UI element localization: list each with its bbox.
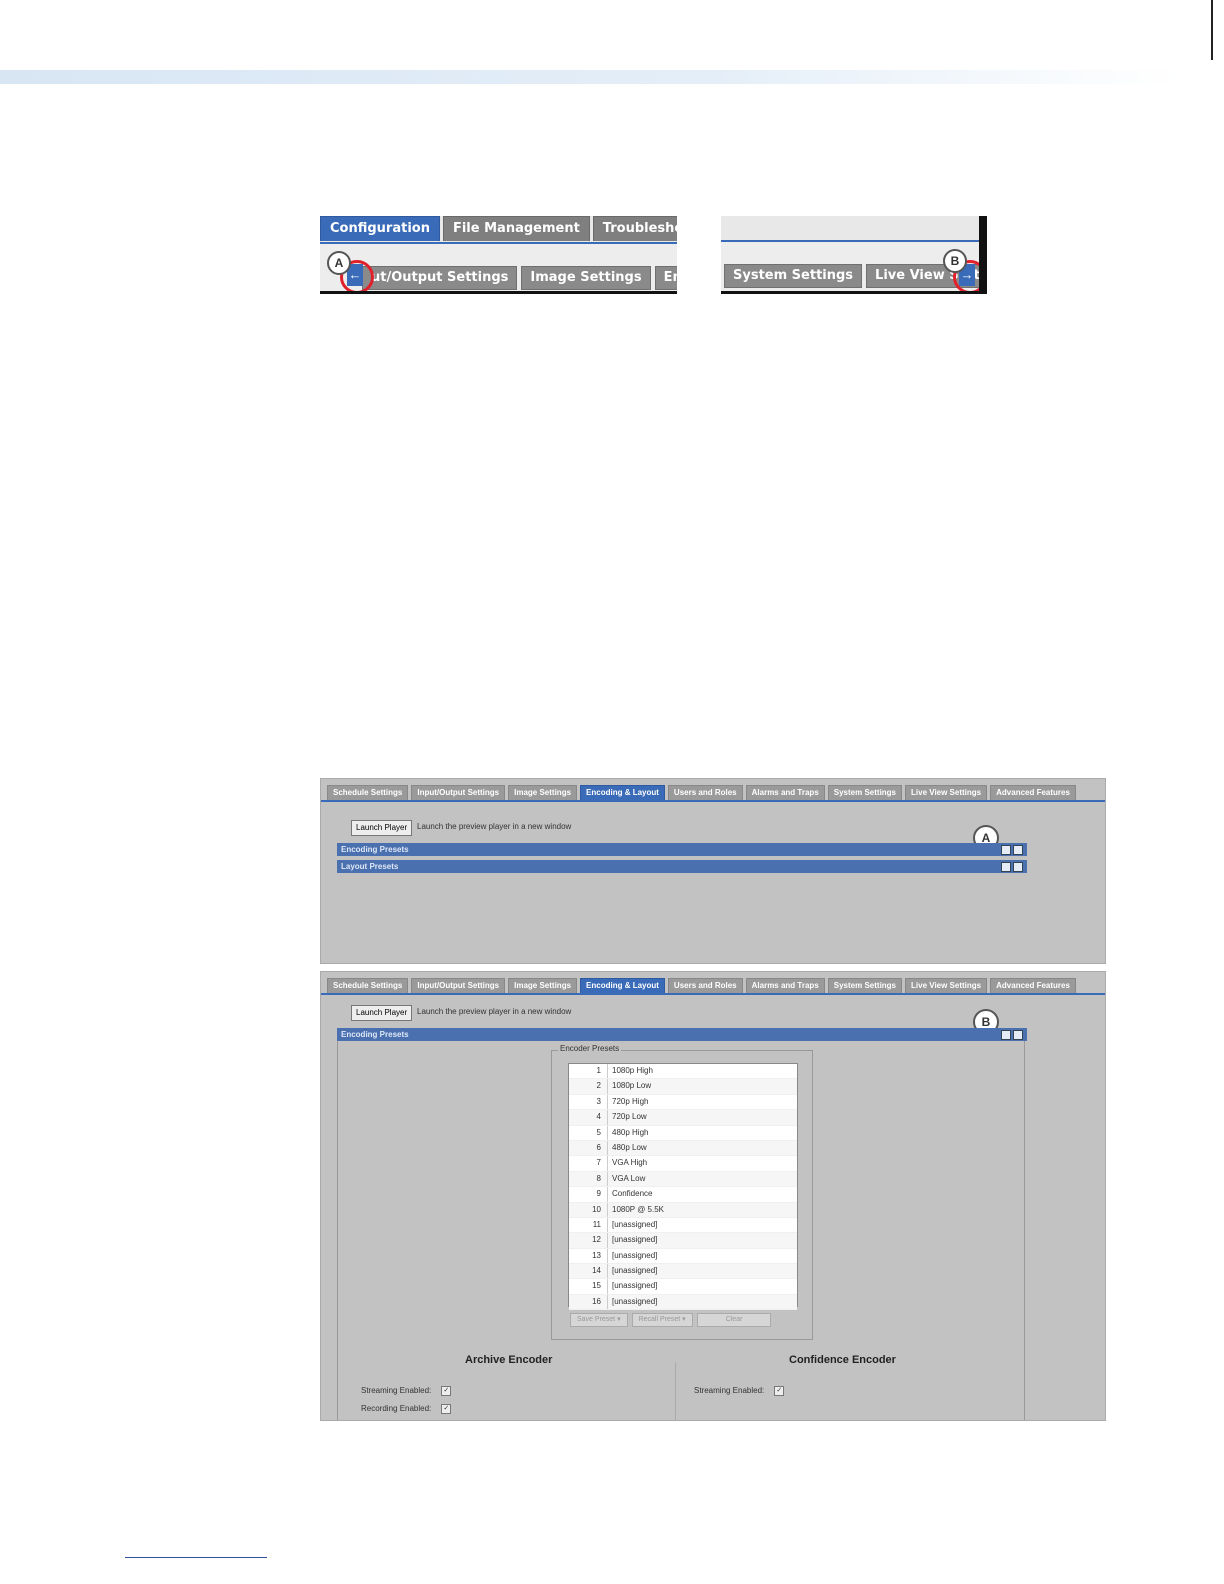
tab-schedule-settings[interactable]: Schedule Settings bbox=[327, 978, 409, 994]
tab-schedule-settings[interactable]: Schedule Settings bbox=[327, 785, 409, 801]
divider bbox=[320, 291, 677, 294]
subtab-system-settings[interactable]: System Settings bbox=[724, 264, 863, 288]
sub-tab-row: ut/Output Settings Image Settings Encodi… bbox=[320, 242, 677, 294]
preset-row[interactable]: 16 [unassigned] bbox=[569, 1294, 797, 1311]
preset-row[interactable]: 9 Confidence bbox=[569, 1187, 797, 1203]
tab-users-roles[interactable]: Users and Roles bbox=[667, 978, 743, 994]
preset-row[interactable]: 12 [unassigned] bbox=[569, 1233, 797, 1249]
archive-encoder-title: Archive Encoder bbox=[465, 1354, 553, 1366]
expand-icon[interactable] bbox=[1001, 862, 1011, 872]
preset-row[interactable]: 13 [unassigned] bbox=[569, 1248, 797, 1265]
collapsed-panels-screenshot: Schedule Settings Input/Output Settings … bbox=[320, 778, 1106, 964]
preset-row[interactable]: 14 [unassigned] bbox=[569, 1264, 797, 1280]
preset-row[interactable]: 7 VGA High bbox=[569, 1156, 797, 1172]
preset-row[interactable]: 8 VGA Low bbox=[569, 1171, 797, 1188]
launch-player-button[interactable]: Launch Player bbox=[351, 1005, 413, 1021]
tab-live-view-settings[interactable]: Live View Settings bbox=[905, 978, 988, 994]
expand-icon[interactable] bbox=[1001, 845, 1011, 855]
main-tab-row: Configuration File Management Troublesho… bbox=[320, 216, 677, 242]
window-edge bbox=[979, 216, 987, 294]
tab-input-output-settings[interactable]: Input/Output Settings bbox=[411, 785, 506, 801]
tab-alarms-traps[interactable]: Alarms and Traps bbox=[745, 978, 825, 994]
divider bbox=[721, 291, 987, 294]
settings-tab-row: Schedule Settings Input/Output Settings … bbox=[327, 978, 1076, 994]
subtab-image-settings[interactable]: Image Settings bbox=[521, 266, 651, 290]
clear-button[interactable]: Clear bbox=[696, 1313, 772, 1327]
preset-button-row: Save Preset ▾ Recall Preset ▾ Clear bbox=[570, 1313, 772, 1327]
preset-row[interactable]: 11 [unassigned] bbox=[569, 1217, 797, 1234]
tab-configuration[interactable]: Configuration bbox=[320, 216, 440, 241]
preset-row[interactable]: 5 480p High bbox=[569, 1125, 797, 1141]
preset-row[interactable]: 1 1080p High bbox=[569, 1064, 797, 1080]
save-preset-button[interactable]: Save Preset ▾ bbox=[570, 1313, 628, 1327]
panel-title: Encoding Presets bbox=[341, 1030, 409, 1039]
tab-image-settings[interactable]: Image Settings bbox=[508, 978, 578, 994]
page-edge-line bbox=[1211, 0, 1213, 60]
collapse-icon[interactable] bbox=[1013, 845, 1023, 855]
tab-encoding-layout[interactable]: Encoding & Layout bbox=[580, 978, 665, 994]
tab-image-settings[interactable]: Image Settings bbox=[508, 785, 578, 801]
page-header-band bbox=[0, 70, 1180, 84]
launch-player-button[interactable]: Launch Player bbox=[351, 820, 413, 836]
preset-row[interactable]: 3 720p High bbox=[569, 1094, 797, 1111]
preset-row[interactable]: 10 1080P @ 5.5K bbox=[569, 1202, 797, 1218]
panel-title: Layout Presets bbox=[341, 862, 399, 871]
tab-underline bbox=[321, 993, 1105, 995]
callout-a: A bbox=[327, 251, 351, 275]
tab-encoding-layout[interactable]: Encoding & Layout bbox=[580, 785, 665, 801]
confidence-streaming-checkbox[interactable]: ✓ bbox=[774, 1386, 785, 1396]
recall-preset-button[interactable]: Recall Preset ▾ bbox=[631, 1313, 693, 1327]
tab-live-view-settings[interactable]: Live View Settings bbox=[905, 785, 988, 801]
encoding-presets-panel-header[interactable]: Encoding Presets bbox=[337, 843, 1027, 856]
footer-rule bbox=[125, 1557, 267, 1558]
settings-tab-row: Schedule Settings Input/Output Settings … bbox=[327, 785, 1076, 801]
tab-system-settings[interactable]: System Settings bbox=[827, 978, 903, 994]
subtab-encoding[interactable]: Encodin bbox=[654, 266, 677, 290]
tab-scroll-right-screenshot: System Settings Live View Setti → B bbox=[721, 216, 987, 294]
archive-streaming-row: Streaming Enabled: ✓ bbox=[361, 1386, 452, 1396]
archive-recording-row: Recording Enabled: ✓ bbox=[361, 1404, 452, 1414]
archive-recording-label: Recording Enabled: bbox=[361, 1404, 432, 1414]
confidence-streaming-row: Streaming Enabled: ✓ bbox=[694, 1386, 785, 1396]
encoding-presets-panel-header[interactable]: Encoding Presets bbox=[337, 1028, 1027, 1041]
tab-system-settings[interactable]: System Settings bbox=[827, 785, 903, 801]
archive-streaming-label: Streaming Enabled: bbox=[361, 1386, 432, 1396]
panel-title: Encoding Presets bbox=[341, 845, 409, 854]
preset-row[interactable]: 6 480p Low bbox=[569, 1140, 797, 1157]
preset-row[interactable]: 4 720p Low bbox=[569, 1110, 797, 1126]
callout-b: B bbox=[943, 249, 967, 273]
launch-description: Launch the preview player in a new windo… bbox=[417, 822, 572, 831]
collapse-icon[interactable] bbox=[1013, 862, 1023, 872]
encoder-presets-fieldset: Encoder Presets 1 1080p High 2 1080p Low 3… bbox=[551, 1044, 813, 1340]
tab-scroll-left-screenshot: Configuration File Management Troublesho… bbox=[320, 216, 677, 294]
launch-description: Launch the preview player in a new windo… bbox=[417, 1007, 572, 1016]
preset-row[interactable]: 2 1080p Low bbox=[569, 1079, 797, 1095]
confidence-streaming-label: Streaming Enabled: bbox=[694, 1386, 765, 1396]
tab-troubleshooting[interactable]: Troubleshooting bbox=[592, 216, 677, 241]
subtab-input-output-settings[interactable]: ut/Output Settings bbox=[362, 266, 518, 290]
tab-underline bbox=[321, 800, 1105, 802]
tab-users-roles[interactable]: Users and Roles bbox=[667, 785, 743, 801]
fieldset-legend: Encoder Presets bbox=[558, 1044, 622, 1053]
column-divider bbox=[675, 1362, 676, 1420]
expanded-panel-screenshot: Schedule Settings Input/Output Settings … bbox=[320, 971, 1106, 1421]
layout-presets-panel-header[interactable]: Layout Presets bbox=[337, 860, 1027, 873]
confidence-encoder-title: Confidence Encoder bbox=[789, 1354, 896, 1366]
preset-row[interactable]: 15 [unassigned] bbox=[569, 1279, 797, 1295]
archive-streaming-checkbox[interactable]: ✓ bbox=[441, 1386, 452, 1396]
tab-advanced-features[interactable]: Advanced Features bbox=[990, 785, 1076, 801]
tab-file-management[interactable]: File Management bbox=[442, 216, 590, 241]
tab-advanced-features[interactable]: Advanced Features bbox=[990, 978, 1076, 994]
archive-recording-checkbox[interactable]: ✓ bbox=[441, 1404, 452, 1414]
tab-input-output-settings[interactable]: Input/Output Settings bbox=[411, 978, 506, 994]
preset-list[interactable]: 1 1080p High 2 1080p Low 3 720p High 4 720p … bbox=[568, 1063, 798, 1311]
tab-alarms-traps[interactable]: Alarms and Traps bbox=[745, 785, 825, 801]
expand-icon[interactable] bbox=[1001, 1030, 1011, 1040]
collapse-icon[interactable] bbox=[1013, 1030, 1023, 1040]
